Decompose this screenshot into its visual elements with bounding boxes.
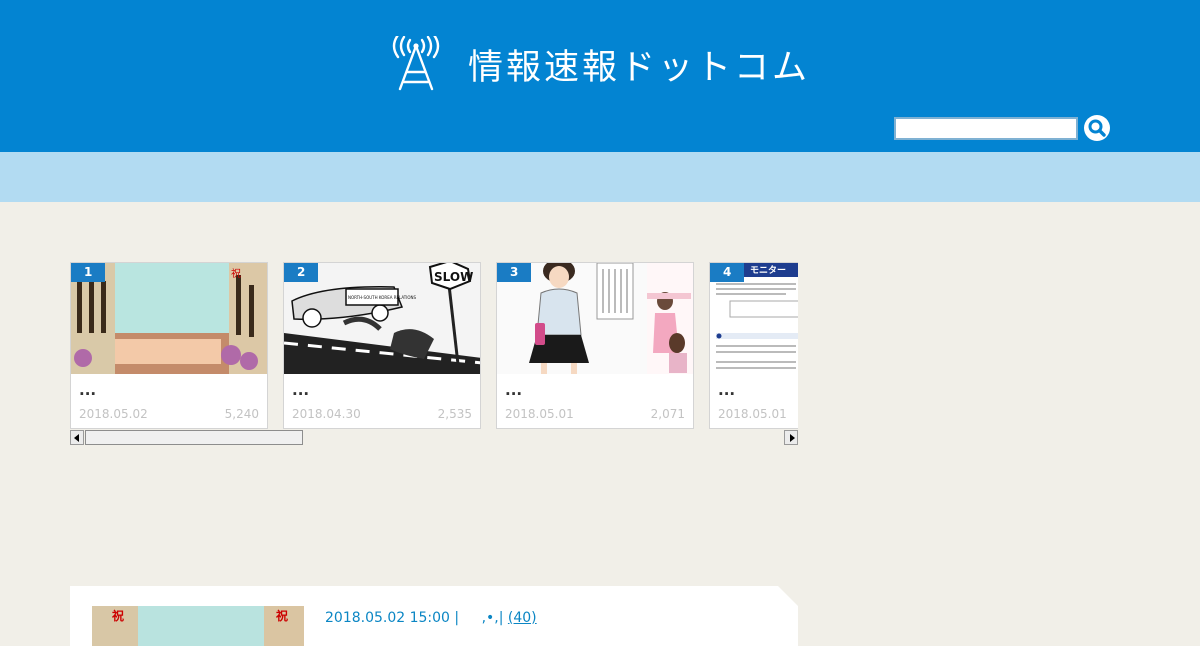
scrollbar-thumb[interactable] — [85, 430, 303, 445]
ranking-carousel: 1 祝 ... 2018.05.02 5,240 2 SLOW NORTH-SO… — [70, 262, 798, 446]
car-text: NORTH-SOUTH KOREA RELATIONS — [348, 295, 417, 300]
card-date: 2018.04.30 — [292, 407, 361, 421]
card-views: 5,240 — [224, 407, 259, 421]
nav-bar — [0, 152, 1200, 202]
card-title[interactable]: ... — [292, 381, 309, 399]
article-datetime: 2018.05.02 15:00 | — [325, 610, 460, 626]
banner-text: 祝 — [231, 267, 241, 280]
site-header: 情報速報ドットコム — [0, 0, 1200, 152]
slow-sign-text: SLOW — [434, 270, 473, 284]
article-banner-text-2: 祝 — [276, 608, 288, 623]
search-input[interactable] — [894, 117, 1078, 140]
arrow-right-icon — [790, 434, 795, 442]
search-button[interactable] — [1084, 115, 1110, 141]
card-date: 2018.05.01 — [505, 407, 574, 421]
article-category-sep: ,•,| — [481, 610, 504, 626]
carousel-scrollbar[interactable] — [70, 430, 798, 446]
scroll-right-button[interactable] — [784, 430, 798, 445]
search-icon — [1088, 119, 1106, 137]
rank-badge: 2 — [284, 263, 318, 282]
scroll-left-button[interactable] — [70, 430, 84, 445]
rank-badge: 3 — [497, 263, 531, 282]
site-title: 情報速報ドットコム — [468, 47, 811, 88]
ranking-card[interactable]: 2 SLOW NORTH-SOUTH KOREA RELATIONS ... 2… — [283, 262, 481, 429]
card-date: 2018.05.01 — [718, 407, 787, 421]
card-title[interactable]: ... — [718, 381, 735, 399]
arrow-left-icon — [74, 434, 79, 442]
card-title[interactable]: ... — [505, 381, 522, 399]
ranking-card[interactable]: 4 モニター ... 2018.05.01 — [709, 262, 798, 429]
rank-badge: 1 — [71, 263, 105, 282]
article-thumbnail[interactable]: 祝 祝 — [92, 606, 304, 646]
card-date: 2018.05.02 — [79, 407, 148, 421]
antenna-icon — [388, 36, 444, 92]
comments-link[interactable]: (40) — [508, 610, 537, 626]
ranking-card[interactable]: 1 祝 ... 2018.05.02 5,240 — [70, 262, 268, 429]
monitor-banner-text: モニター — [750, 264, 786, 276]
article-meta: 2018.05.02 15:00 | ,•,| (40) — [325, 610, 537, 626]
article-banner-text: 祝 — [112, 608, 124, 623]
article-corner — [778, 586, 798, 606]
card-title[interactable]: ... — [79, 381, 96, 399]
rank-badge: 4 — [710, 263, 744, 282]
card-views: 2,071 — [650, 407, 685, 421]
ranking-card[interactable]: 3 ... 2018.05.01 2,071 — [496, 262, 694, 429]
article-card: 祝 祝 2018.05.02 15:00 | ,•,| (40) — [70, 586, 798, 646]
site-logo[interactable]: 情報速報ドットコム — [388, 36, 810, 92]
card-views: 2,535 — [437, 407, 472, 421]
